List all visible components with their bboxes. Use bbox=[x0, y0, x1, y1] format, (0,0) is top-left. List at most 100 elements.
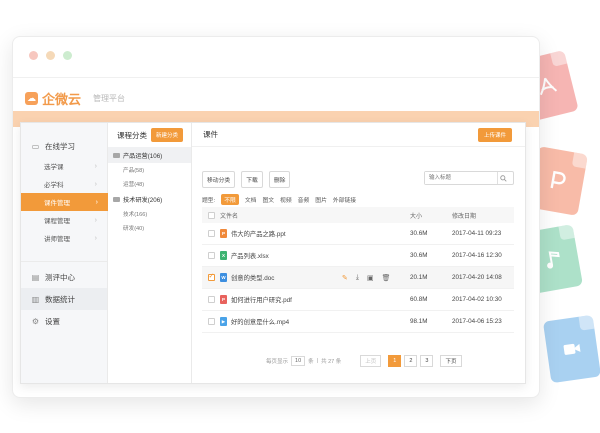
gear-icon: ⚙ bbox=[31, 316, 40, 326]
file-date: 2017-04-06 15:23 bbox=[452, 318, 502, 325]
filter-option-document[interactable]: 文档 bbox=[245, 195, 257, 204]
column-header-name: 文件名 bbox=[220, 213, 239, 220]
per-page-select[interactable]: 10 bbox=[291, 356, 306, 366]
excel-file-icon: X bbox=[220, 251, 227, 260]
filter-option-video[interactable]: 视频 bbox=[280, 195, 292, 204]
download-button[interactable]: 下载 bbox=[241, 171, 263, 188]
total-count: 共 27 条 bbox=[321, 359, 342, 365]
nav-group-label: 测评中心 bbox=[45, 272, 75, 282]
trash-icon[interactable]: 🗑 bbox=[382, 274, 391, 282]
row-actions: ✎ ⤓ ▣ 🗑 bbox=[342, 274, 410, 282]
sidebar-item-required[interactable]: 必学科 › bbox=[21, 175, 107, 193]
nav-group-label: 在线学习 bbox=[45, 141, 75, 151]
content-header: 课件 上传课件 bbox=[192, 123, 525, 147]
type-filters: 题型: 不限 文档 图文 视频 音频 图片 外部链接 bbox=[202, 194, 356, 205]
filter-option-audio[interactable]: 音频 bbox=[298, 195, 310, 204]
table-row[interactable]: X 产品列表.xlsx 30.6M 2017-04-16 12:30 bbox=[202, 245, 514, 267]
chevron-right-icon: › bbox=[94, 180, 97, 188]
category-child[interactable]: 产品(58) bbox=[108, 163, 191, 177]
maximize-window-button[interactable] bbox=[63, 51, 72, 60]
file-name[interactable]: 好的创意是什么.mp4 bbox=[231, 317, 289, 326]
nav-group-settings[interactable]: ⚙ 设置 bbox=[21, 310, 107, 332]
close-window-button[interactable] bbox=[29, 51, 38, 60]
file-date: 2017-04-20 14:08 bbox=[452, 274, 502, 281]
table-header: 文件名 大小 修改日期 bbox=[202, 207, 514, 223]
per-page-unit: 条 bbox=[308, 359, 314, 365]
file-size: 20.1M bbox=[410, 274, 428, 281]
video-file-icon: ▶ bbox=[220, 317, 227, 326]
category-child[interactable]: 研发(40) bbox=[108, 221, 191, 235]
table-row[interactable]: P 如何进行用户研究.pdf 60.8M 2017-04-02 10:30 bbox=[202, 289, 514, 311]
sidebar-item-lecturers[interactable]: 讲师管理 › bbox=[21, 229, 107, 247]
file-size: 98.1M bbox=[410, 318, 428, 325]
move-category-button[interactable]: 移动分类 bbox=[202, 171, 236, 188]
page-button-1[interactable]: 1 bbox=[388, 355, 402, 367]
file-name[interactable]: 如何进行用户研究.pdf bbox=[231, 295, 292, 304]
filter-option-external-link[interactable]: 外部链接 bbox=[333, 195, 356, 204]
folder-icon bbox=[113, 196, 120, 202]
select-all-checkbox[interactable] bbox=[207, 211, 215, 219]
brand-name: 企微云 bbox=[42, 92, 82, 107]
delete-button[interactable]: 删除 bbox=[268, 171, 291, 188]
brand-subtitle: 管理平台 bbox=[93, 94, 126, 103]
sidebar-item-courseware[interactable]: 课件管理 › bbox=[21, 193, 108, 211]
file-table: 文件名 大小 修改日期 P 伟大的产品之路.ppt 30.6M 2017-04-1… bbox=[202, 207, 514, 333]
category-child[interactable]: 运营(48) bbox=[108, 177, 191, 191]
table-row[interactable]: W 创意的类型.doc ✎ ⤓ ▣ 🗑 20.1M 2017-04-20 14:0… bbox=[202, 267, 514, 289]
column-header-size: 大小 bbox=[410, 213, 423, 220]
upload-courseware-button[interactable]: 上传课件 bbox=[477, 127, 512, 142]
category-child[interactable]: 技术(166) bbox=[108, 207, 191, 221]
file-size: 30.6M bbox=[410, 252, 428, 259]
table-row[interactable]: ▶ 好的创意是什么.mp4 98.1M 2017-04-06 15:23 bbox=[202, 311, 514, 333]
row-checkbox[interactable] bbox=[207, 272, 215, 281]
category-item-tech-rd[interactable]: 技术研发(206) bbox=[108, 191, 191, 207]
nav-group-label: 设置 bbox=[45, 316, 60, 326]
row-checkbox[interactable] bbox=[207, 252, 215, 259]
page-button-3[interactable]: 3 bbox=[420, 355, 434, 367]
move-folder-icon[interactable]: ▣ bbox=[367, 274, 374, 282]
new-category-button[interactable]: 新建分类 bbox=[150, 128, 183, 142]
search-icon[interactable] bbox=[497, 172, 509, 184]
edit-icon[interactable]: ✎ bbox=[342, 274, 348, 282]
prev-page-button[interactable]: 上页 bbox=[360, 355, 382, 367]
table-row[interactable]: P 伟大的产品之路.ppt 30.6M 2017-04-11 09:23 bbox=[202, 223, 514, 245]
file-name[interactable]: 产品列表.xlsx bbox=[231, 251, 269, 260]
nav-group-learning[interactable]: ▭ 在线学习 bbox=[21, 135, 107, 157]
sidebar-item-courses[interactable]: 课程管理 › bbox=[21, 211, 107, 229]
courseware-content: 课件 上传课件 移动分类 下载 删除 题型: 不限 文档 图文 视频 音频 图片… bbox=[192, 123, 525, 383]
chevron-right-icon: › bbox=[94, 234, 97, 242]
file-size: 60.8M bbox=[410, 296, 428, 303]
search-input[interactable] bbox=[425, 172, 497, 184]
category-header: 课程分类 新建分类 bbox=[108, 123, 191, 147]
sidebar-item-label: 必学科 bbox=[44, 182, 64, 189]
window-controls bbox=[29, 51, 72, 60]
next-page-button[interactable]: 下页 bbox=[440, 355, 462, 367]
minimize-window-button[interactable] bbox=[46, 51, 55, 60]
pdf-file-icon: P bbox=[220, 295, 227, 304]
filter-option-image-text[interactable]: 图文 bbox=[262, 195, 274, 204]
page-title: 课件 bbox=[203, 130, 218, 139]
nav-group-statistics[interactable]: ▥ 数据统计 bbox=[21, 288, 107, 310]
category-label: 产品运营(106) bbox=[123, 152, 163, 160]
file-name[interactable]: 创意的类型.doc bbox=[231, 273, 274, 282]
download-icon[interactable]: ⤓ bbox=[356, 274, 359, 282]
row-checkbox[interactable] bbox=[207, 296, 215, 303]
category-item-product-ops[interactable]: 产品运营(106) bbox=[108, 147, 191, 163]
filter-option-image[interactable]: 图片 bbox=[315, 195, 327, 204]
nav-group-assessment[interactable]: ▤ 测评中心 bbox=[21, 266, 107, 288]
file-date: 2017-04-02 10:30 bbox=[452, 296, 502, 303]
file-date: 2017-04-16 12:30 bbox=[452, 252, 502, 259]
file-name[interactable]: 伟大的产品之路.ppt bbox=[231, 229, 286, 238]
word-file-icon: W bbox=[220, 273, 227, 282]
row-checkbox[interactable] bbox=[207, 318, 215, 325]
row-checkbox[interactable] bbox=[207, 230, 215, 237]
filter-option-any[interactable]: 不限 bbox=[221, 194, 239, 205]
page-button-2[interactable]: 2 bbox=[404, 355, 418, 367]
chevron-right-icon: › bbox=[94, 216, 97, 224]
pagination: 每页显示 10 条 | 共 27 条 上页 1 2 3 下页 bbox=[266, 355, 462, 367]
brand: ☁ 企微云 管理平台 bbox=[25, 89, 125, 108]
file-date: 2017-04-11 09:23 bbox=[452, 230, 502, 237]
sidebar-item-label: 课件管理 bbox=[44, 200, 70, 207]
category-title: 课程分类 bbox=[117, 130, 147, 140]
sidebar-item-elective[interactable]: 选学课 › bbox=[21, 157, 107, 175]
